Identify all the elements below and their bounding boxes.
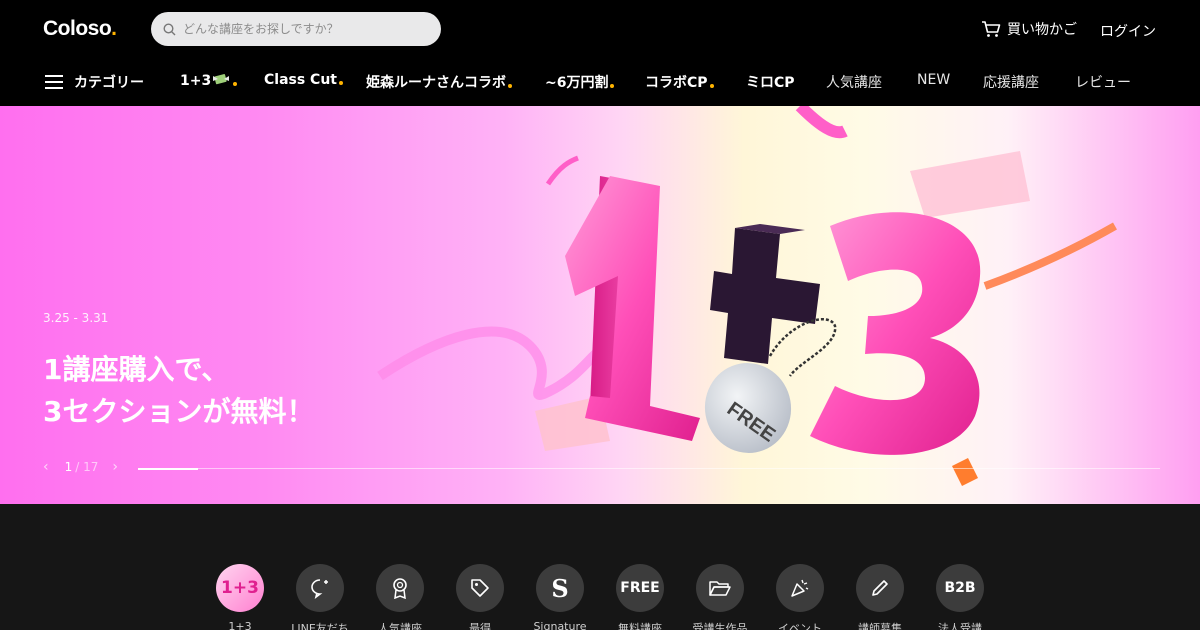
signature-s-icon: S [536, 564, 584, 612]
quick-item-b2b[interactable]: B2B 法人受講 [920, 564, 1000, 630]
quick-item-popular[interactable]: 人気講座 [360, 564, 440, 630]
quick-item-student-works[interactable]: 受講生作品 [680, 564, 760, 630]
party-popper-icon [776, 564, 824, 612]
b2b-text-icon: B2B [936, 564, 984, 612]
money-wings-icon [213, 74, 230, 85]
nav-miro-cp[interactable]: ミロCP [746, 72, 795, 92]
nav-category[interactable]: カテゴリー [74, 72, 144, 92]
cart-icon [982, 21, 1001, 37]
free-text-icon: FREE [616, 564, 664, 612]
quick-item-free[interactable]: FREE 無料講座 [600, 564, 680, 630]
menu-icon[interactable] [45, 75, 63, 89]
cart-button[interactable]: 買い物かご [981, 19, 1077, 39]
search-bar[interactable] [151, 12, 441, 46]
site-header: Coloso. 買い物かご ログイン カテゴリー 1+3 Class Cut 姫… [0, 0, 1200, 106]
prev-arrow-icon[interactable]: ‹ [43, 459, 49, 475]
next-arrow-icon[interactable]: › [112, 459, 118, 475]
line-chat-icon [296, 564, 344, 612]
hero-artwork: FREE [377, 106, 1117, 486]
nav-luna-collab[interactable]: 姫森ルーナさんコラボ [366, 72, 512, 92]
folder-open-icon [696, 564, 744, 612]
nav-new[interactable]: NEW [917, 72, 950, 88]
carousel-pager: ‹ 1 / 17 › [43, 459, 118, 475]
nav-support[interactable]: 応援講座 [983, 72, 1039, 92]
1-plus-3-icon: 1+3 [216, 564, 264, 612]
quick-item-instructor-recruit[interactable]: 講師募集 [840, 564, 920, 630]
nav-1plus3[interactable]: 1+3 [180, 72, 238, 89]
pencil-icon [856, 564, 904, 612]
carousel-progress [138, 467, 1160, 470]
quick-links: 1+3 1+3 LINE友だち 人気講座 最得 S Signature FREE… [0, 504, 1200, 630]
nav-collab-cp[interactable]: コラボCP [645, 72, 714, 92]
nav-review[interactable]: レビュー [1075, 72, 1131, 92]
quick-item-1plus3[interactable]: 1+3 1+3 [200, 564, 280, 630]
hero-title: 1講座購入で、 3セクションが無料！ [43, 353, 315, 428]
nav-class-cut[interactable]: Class Cut [264, 72, 343, 88]
hero-date: 3.25 - 3.31 [43, 311, 109, 325]
cart-label: 買い物かご [1007, 22, 1077, 38]
search-icon [163, 22, 176, 35]
quick-item-line[interactable]: LINE友だち [280, 564, 360, 630]
award-medal-icon [376, 564, 424, 612]
price-tag-icon [456, 564, 504, 612]
quick-item-best-deal[interactable]: 最得 [440, 564, 520, 630]
main-nav: カテゴリー 1+3 Class Cut 姫森ルーナさんコラボ ~6万円割 コラボ… [0, 62, 1200, 102]
coloso-logo[interactable]: Coloso. [43, 17, 117, 41]
search-input[interactable] [183, 22, 423, 36]
page-total: / 17 [75, 460, 99, 474]
nav-discount[interactable]: ~6万円割 [545, 72, 615, 92]
nav-popular[interactable]: 人気講座 [826, 72, 882, 92]
page-current: 1 [64, 460, 73, 474]
quick-item-signature[interactable]: S Signature [520, 564, 600, 630]
quick-item-event[interactable]: イベント [760, 564, 840, 630]
login-link[interactable]: ログイン [1100, 21, 1156, 41]
hero-banner[interactable]: FREE 3.25 - 3.31 1講座購入で、 3セクションが無料！ ‹ 1 … [0, 106, 1200, 504]
